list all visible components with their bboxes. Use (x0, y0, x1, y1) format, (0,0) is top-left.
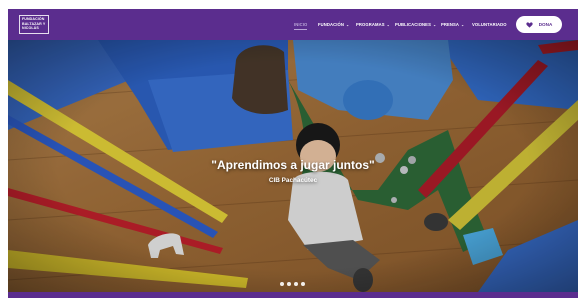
slide-dot-2[interactable] (287, 282, 291, 286)
hero-slider: "Aprendimos a jugar juntos" CIB Pachacút… (8, 40, 578, 292)
page-frame: FUNDACIÓN BALTAZAR Y NICOLÁS INICIO FUND… (8, 9, 578, 298)
nav-item-label: PROGRAMAS (356, 22, 385, 27)
hero-subtitle: CIB Pachacútec (268, 177, 318, 184)
nav-item-prensa[interactable]: PRENSA ⌄ (441, 22, 464, 29)
slide-dot-4[interactable] (301, 282, 305, 286)
nav-item-label: VOLUNTARIADO (472, 22, 507, 27)
nav-item-fundacion[interactable]: FUNDACIÓN ⌄ (318, 22, 349, 29)
hero-caption: "Aprendimos a jugar juntos" CIB Pachacút… (8, 158, 578, 184)
chevron-down-icon: ⌄ (460, 23, 465, 27)
nav-item-label: PRENSA (441, 22, 460, 27)
hero-title: "Aprendimos a jugar juntos" (211, 158, 375, 172)
donate-label: DONA (538, 22, 553, 27)
top-navbar: FUNDACIÓN BALTAZAR Y NICOLÁS INICIO FUND… (8, 9, 578, 40)
logo-line-3: NICOLÁS (22, 26, 39, 31)
nav-item-label: PUBLICACIONES (395, 22, 431, 27)
chevron-down-icon: ⌄ (345, 23, 350, 27)
slide-dot-1[interactable] (280, 282, 284, 286)
nav-item-inicio[interactable]: INICIO (294, 22, 308, 30)
slide-dot-3[interactable] (294, 282, 298, 286)
nav-item-voluntariado[interactable]: VOLUNTARIADO (472, 22, 507, 29)
site-logo[interactable]: FUNDACIÓN BALTAZAR Y NICOLÁS (19, 15, 49, 34)
nav-item-publicaciones[interactable]: PUBLICACIONES ⌄ (395, 22, 436, 29)
heart-icon (526, 21, 533, 28)
nav-item-label: INICIO (294, 22, 308, 27)
nav-item-programas[interactable]: PROGRAMAS ⌄ (356, 22, 390, 29)
nav-item-label: FUNDACIÓN (318, 22, 345, 27)
chevron-down-icon: ⌄ (385, 23, 390, 27)
section-divider (8, 292, 578, 298)
donate-button[interactable]: DONA (516, 16, 562, 33)
logo-line-1: FUNDACIÓN (22, 17, 45, 21)
chevron-down-icon: ⌄ (431, 23, 437, 27)
